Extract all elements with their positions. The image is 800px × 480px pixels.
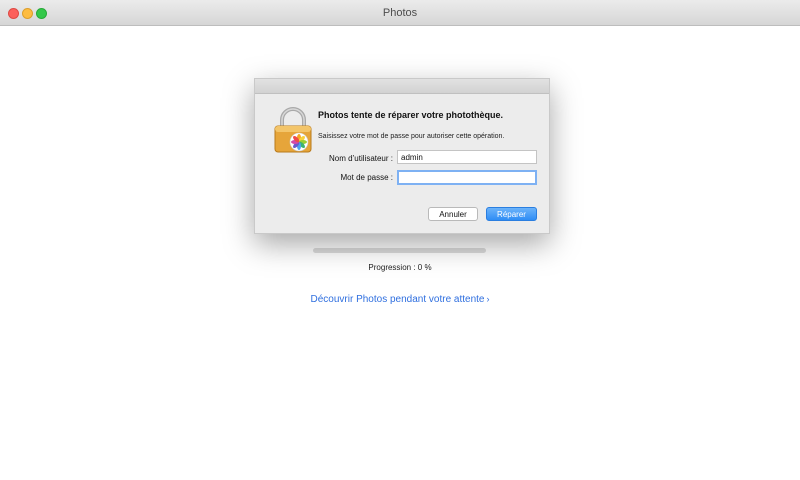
dialog-message: Saisissez votre mot de passe pour autori… — [318, 133, 505, 140]
dialog-titlebar — [255, 79, 549, 94]
discover-photos-link[interactable]: Découvrir Photos pendant votre attente › — [0, 294, 800, 305]
password-field[interactable] — [397, 170, 537, 185]
password-label: Mot de passe : — [340, 173, 393, 182]
window-titlebar: Photos — [0, 0, 800, 26]
chevron-right-icon: › — [486, 294, 490, 304]
authentication-dialog: Photos tente de réparer votre photothèqu… — [254, 78, 550, 234]
cancel-button[interactable]: Annuler — [428, 207, 478, 221]
username-field[interactable] — [397, 150, 537, 164]
repair-button[interactable]: Réparer — [486, 207, 537, 221]
progress-bar — [313, 248, 486, 253]
discover-link-text: Découvrir Photos pendant votre attente — [310, 294, 485, 305]
progress-label: Progression : 0 % — [368, 263, 432, 272]
username-label: Nom d’utilisateur : — [328, 154, 393, 163]
photos-lock-icon — [274, 107, 312, 153]
dialog-title: Photos tente de réparer votre photothèqu… — [318, 110, 504, 120]
window-title: Photos — [382, 7, 418, 19]
